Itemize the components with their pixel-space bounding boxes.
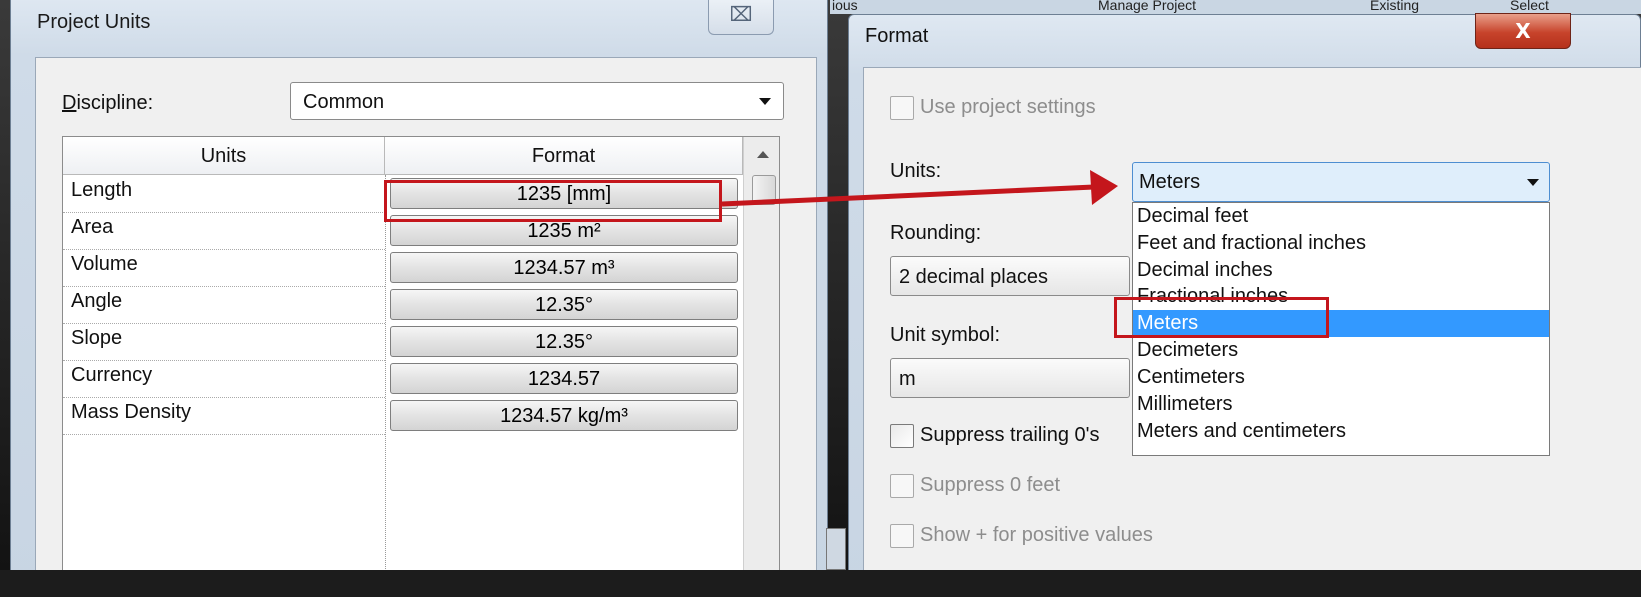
- project-units-dialog: Project Units ⌧ Discipline: Common Units…: [10, 0, 828, 597]
- units-option[interactable]: Decimal inches: [1133, 257, 1549, 284]
- scroll-up-icon[interactable]: [757, 151, 769, 158]
- table-row: Mass Density 1234.57 kg/m³: [63, 397, 743, 434]
- unit-name: Angle: [71, 290, 123, 312]
- units-option[interactable]: Meters and centimeters: [1133, 418, 1549, 445]
- units-select[interactable]: Meters: [1132, 162, 1550, 202]
- units-option[interactable]: Centimeters: [1133, 364, 1549, 391]
- suppress-trailing-zeros-label: Suppress trailing 0's: [920, 424, 1100, 446]
- format-button-angle[interactable]: 12.35°: [390, 289, 738, 320]
- dialog-body: Discipline: Common Units Format Length 1…: [35, 57, 817, 597]
- accelerator-key: D: [62, 92, 77, 114]
- row-separator: [63, 434, 385, 435]
- use-project-settings-label: Use project settings: [920, 96, 1096, 118]
- format-button-slope[interactable]: 12.35°: [390, 326, 738, 357]
- chevron-down-icon: [1527, 179, 1539, 186]
- suppress-trailing-zeros-checkbox[interactable]: [890, 424, 914, 448]
- close-button[interactable]: X: [1475, 13, 1571, 49]
- close-icon: X: [1515, 19, 1531, 43]
- background-text: Manage Project: [1098, 0, 1197, 13]
- format-button-volume[interactable]: 1234.57 m³: [390, 252, 738, 283]
- format-button-mass-density[interactable]: 1234.57 kg/m³: [390, 400, 738, 431]
- discipline-label: Discipline:: [62, 92, 153, 115]
- chevron-down-icon: [759, 98, 771, 105]
- background-text: Select: [1510, 0, 1549, 13]
- table-row: Currency 1234.57: [63, 360, 743, 397]
- discipline-label-text: iscipline:: [76, 92, 154, 114]
- background-text: Existing: [1370, 0, 1420, 13]
- discipline-value: Common: [303, 91, 385, 113]
- unit-name: Mass Density: [71, 401, 192, 423]
- background-window-strip: ious Manage Project Existing Select: [830, 0, 1641, 14]
- units-label: Units:: [890, 160, 942, 182]
- format-button-currency[interactable]: 1234.57: [390, 363, 738, 394]
- unit-name: Slope: [71, 327, 123, 349]
- table-row: Slope 12.35°: [63, 323, 743, 360]
- background-text: ious: [832, 0, 858, 13]
- unit-name: Length: [71, 179, 133, 201]
- show-plus-label: Show + for positive values: [920, 524, 1153, 546]
- suppress-zero-feet-checkbox[interactable]: [890, 474, 914, 498]
- column-header-units[interactable]: Units: [63, 137, 385, 175]
- rounding-label: Rounding:: [890, 222, 982, 244]
- table-row: Volume 1234.57 m³: [63, 249, 743, 286]
- units-option[interactable]: Decimeters: [1133, 337, 1549, 364]
- close-icon: ⌧: [729, 2, 753, 26]
- units-option[interactable]: Millimeters: [1133, 391, 1549, 418]
- rounding-value: 2 decimal places: [899, 266, 1048, 288]
- dialog-title: Project Units: [37, 11, 151, 33]
- rounding-select[interactable]: 2 decimal places: [890, 256, 1130, 296]
- use-project-settings-checkbox[interactable]: [890, 96, 914, 120]
- highlight-box-meters-option: [1114, 297, 1329, 338]
- unit-symbol-value: m: [899, 368, 916, 390]
- column-header-format[interactable]: Format: [385, 137, 743, 175]
- highlight-box-length-format: [384, 180, 722, 222]
- units-value: Meters: [1139, 171, 1201, 193]
- unit-name: Area: [71, 216, 114, 238]
- scroll-thumb[interactable]: [752, 175, 776, 205]
- unit-name: Volume: [71, 253, 138, 275]
- suppress-zero-feet-label: Suppress 0 feet: [920, 474, 1061, 496]
- table-header: Units Format: [63, 137, 779, 175]
- discipline-select[interactable]: Common: [290, 82, 784, 120]
- vertical-scrollbar[interactable]: [743, 137, 779, 597]
- dialog-title: Format: [865, 25, 929, 47]
- show-plus-checkbox[interactable]: [890, 524, 914, 548]
- units-option[interactable]: Decimal feet: [1133, 203, 1549, 230]
- bottom-edge-bar: [0, 570, 1641, 597]
- table-row: Angle 12.35°: [63, 286, 743, 323]
- unit-symbol-label: Unit symbol:: [890, 324, 1001, 346]
- units-option[interactable]: Feet and fractional inches: [1133, 230, 1549, 257]
- close-button[interactable]: ⌧: [708, 0, 774, 35]
- partial-window-edge: [826, 528, 846, 570]
- unit-symbol-select[interactable]: m: [890, 358, 1130, 398]
- unit-name: Currency: [71, 364, 153, 386]
